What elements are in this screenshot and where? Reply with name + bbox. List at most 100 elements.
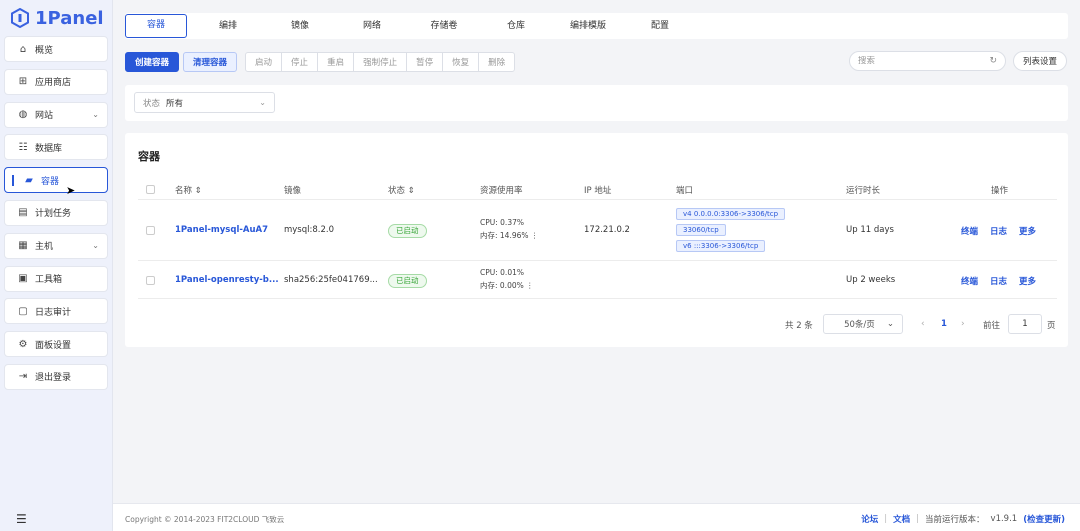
tab-compose[interactable]: 编排: [197, 14, 259, 38]
sidebar-item-logout[interactable]: ⇥ 退出登录: [4, 363, 108, 390]
sidebar-item-label: 计划任务: [35, 209, 72, 220]
logs-link[interactable]: 日志: [990, 275, 1007, 287]
sidebar-item-host[interactable]: ▦ 主机 ⌄: [4, 232, 108, 259]
sidebar: 1Panel ⌂ 概览 ⊞ 应用商店 ◍ 网站 ⌄ ☷ 数据库 ▰ 容器 ▤ 计…: [0, 0, 113, 531]
stop-button[interactable]: 停止: [281, 52, 319, 72]
sidebar-item-logs[interactable]: ▢ 日志审计: [4, 298, 108, 325]
sidebar-item-label: 网站: [35, 111, 54, 122]
sidebar-item-label: 面板设置: [35, 340, 72, 351]
page-suffix: 页: [1047, 321, 1056, 331]
restart-button[interactable]: 重启: [317, 52, 355, 72]
more-link[interactable]: 更多: [1019, 225, 1036, 237]
header-label: 状态: [388, 186, 406, 196]
tab-volumes[interactable]: 存储卷: [413, 14, 475, 38]
status-filter-select[interactable]: 状态 所有 ⌄: [134, 92, 275, 113]
search-input[interactable]: [858, 56, 990, 66]
select-all-checkbox[interactable]: [146, 185, 155, 194]
prune-containers-button[interactable]: 清理容器: [183, 52, 238, 72]
header-uptime: 运行时长: [846, 186, 881, 196]
terminal-link[interactable]: 终端: [961, 275, 978, 287]
table-row: 1Panel-mysql-AuA7 mysql:8.2.0 已启动 CPU: 0…: [138, 201, 1057, 261]
port-tag[interactable]: v6 :::3306->3306/tcp: [676, 240, 766, 252]
container-uptime: Up 2 weeks: [846, 275, 896, 285]
version-number: v1.9.1: [990, 514, 1018, 524]
sidebar-item-toolbox[interactable]: ▣ 工具箱: [4, 265, 108, 292]
delete-button[interactable]: 删除: [478, 52, 516, 72]
sidebar-item-settings[interactable]: ⚙ 面板设置: [4, 331, 108, 358]
column-settings-button[interactable]: 列表设置: [1013, 51, 1068, 71]
sidebar-item-websites[interactable]: ◍ 网站 ⌄: [4, 101, 108, 128]
pause-button[interactable]: 暂停: [406, 52, 444, 72]
search-box[interactable]: ↻: [849, 51, 1006, 71]
forum-link[interactable]: 论坛: [861, 513, 878, 525]
status-badge: 已启动: [388, 274, 427, 288]
app-logo[interactable]: 1Panel: [0, 0, 112, 36]
pagination-total: 共 2 条: [785, 321, 813, 331]
toolbar: 创建容器 清理容器 启动 停止 重启 强制停止 暂停 恢复 删除 ↻ 列表设置: [125, 51, 1068, 73]
pagination: 共 2 条 50条/页 ⌄ ‹ 1 › 前往 页: [125, 314, 1068, 334]
globe-icon: ◍: [18, 109, 28, 121]
tab-containers[interactable]: 容器: [125, 14, 187, 38]
start-button[interactable]: 启动: [245, 52, 283, 72]
container-ip: 172.21.0.2: [584, 225, 630, 235]
port-tag[interactable]: 33060/tcp: [676, 224, 726, 236]
header-name[interactable]: 名称 ⇕: [175, 184, 202, 196]
sidebar-item-label: 数据库: [35, 143, 63, 154]
container-action-group: 启动 停止 重启 强制停止 暂停 恢复 删除: [245, 52, 516, 72]
settings-icon: ⚙: [18, 338, 28, 350]
memory-usage-row: 内存: 0.00% ⋮: [480, 279, 534, 292]
tab-images[interactable]: 镜像: [269, 14, 331, 38]
resource-usage: CPU: 0.01% 内存: 0.00% ⋮: [480, 266, 534, 292]
resume-button[interactable]: 恢复: [442, 52, 480, 72]
sidebar-menu: ⌂ 概览 ⊞ 应用商店 ◍ 网站 ⌄ ☷ 数据库 ▰ 容器 ▤ 计划任务 ▦ 主…: [0, 36, 112, 390]
logout-icon: ⇥: [18, 371, 28, 383]
status-filter-value: 所有: [166, 98, 184, 109]
sidebar-item-database[interactable]: ☷ 数据库: [4, 134, 108, 161]
more-vertical-icon[interactable]: ⋮: [526, 281, 534, 290]
more-vertical-icon[interactable]: ⋮: [531, 231, 539, 240]
table-row: 1Panel-openresty-b... sha256:25fe041769.…: [138, 261, 1057, 299]
sidebar-item-containers[interactable]: ▰ 容器: [4, 167, 108, 194]
logs-link[interactable]: 日志: [990, 225, 1007, 237]
home-icon: ⌂: [19, 43, 27, 55]
sidebar-item-label: 主机: [35, 242, 54, 253]
calendar-icon: ▤: [18, 207, 28, 219]
menu-collapse-icon[interactable]: ☰: [16, 512, 27, 526]
prev-page-icon[interactable]: ‹: [921, 319, 925, 329]
check-update-link[interactable]: (检查更新): [1023, 513, 1065, 525]
row-checkbox[interactable]: [146, 276, 155, 285]
header-status[interactable]: 状态 ⇕: [388, 184, 415, 196]
sidebar-item-app-store[interactable]: ⊞ 应用商店: [4, 68, 108, 95]
force-stop-button[interactable]: 强制停止: [353, 52, 408, 72]
footer: Copyright © 2014-2023 FIT2CLOUD 飞致云 论坛 |…: [113, 503, 1080, 531]
goto-page-input[interactable]: [1008, 314, 1042, 334]
header-ip-address: IP 地址: [584, 186, 612, 196]
next-page-icon[interactable]: ›: [961, 319, 965, 329]
tab-repositories[interactable]: 仓库: [485, 14, 547, 38]
tab-config[interactable]: 配置: [629, 14, 691, 38]
refresh-icon[interactable]: ↻: [989, 56, 997, 66]
cpu-usage: CPU: 0.37%: [480, 218, 524, 227]
page-size-select[interactable]: 50条/页 ⌄: [823, 314, 903, 334]
more-link[interactable]: 更多: [1019, 275, 1036, 287]
page-number-current[interactable]: 1: [941, 319, 947, 329]
container-name[interactable]: 1Panel-mysql-AuA7: [175, 225, 268, 235]
log-icon: ▢: [18, 305, 28, 317]
row-checkbox[interactable]: [146, 226, 155, 235]
sidebar-item-cronjobs[interactable]: ▤ 计划任务: [4, 199, 108, 226]
port-tag[interactable]: v4 0.0.0.0:3306->3306/tcp: [676, 208, 786, 220]
divider: |: [916, 514, 920, 524]
cpu-usage: CPU: 0.01%: [480, 268, 524, 277]
sidebar-item-overview[interactable]: ⌂ 概览: [4, 36, 108, 62]
create-container-button[interactable]: 创建容器: [125, 52, 180, 72]
version-label: 当前运行版本：: [925, 515, 985, 525]
goto-label: 前往: [983, 321, 1001, 331]
docs-link[interactable]: 文档: [893, 513, 910, 525]
table-header: 名称 ⇕ 镜像 状态 ⇕ 资源使用率 IP 地址 端口 运行时长 操作: [138, 180, 1057, 200]
header-ports: 端口: [676, 186, 694, 196]
container-name[interactable]: 1Panel-openresty-b...: [175, 275, 279, 285]
tab-networks[interactable]: 网络: [341, 14, 403, 38]
memory-usage: 内存: 0.00%: [480, 281, 524, 290]
tab-compose-templates[interactable]: 编排模版: [557, 14, 619, 38]
terminal-link[interactable]: 终端: [961, 225, 978, 237]
